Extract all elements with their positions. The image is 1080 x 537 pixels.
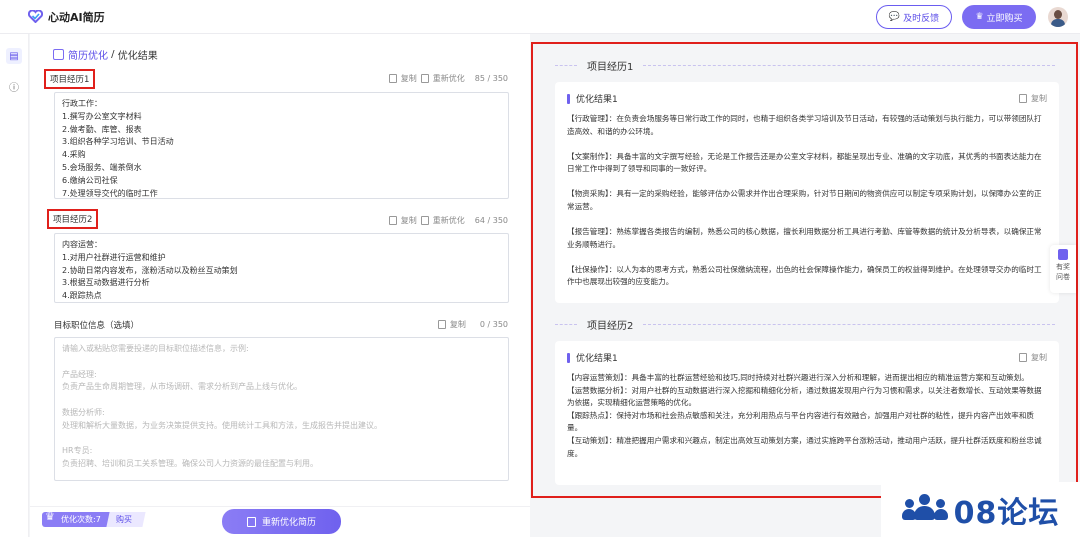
copy-button[interactable]: 复制 bbox=[1019, 352, 1047, 363]
breadcrumb-current: 优化结果 bbox=[117, 51, 158, 62]
text-line: 3.根据互动数据进行分析 bbox=[62, 278, 150, 288]
section-divider: 项目经历1 bbox=[555, 58, 1055, 73]
result-paragraph: 【行政管理】：在负责会场服务等日常行政工作的同时，也精于组织各类学习培训及节日活… bbox=[567, 114, 1042, 136]
char-count: 64 / 350 bbox=[474, 216, 508, 225]
result-paragraph: 【跟踪热点】：保持对市场和社会热点敏感和关注，充分利用热点与平台内容进行有效融合… bbox=[567, 410, 1035, 433]
resume-icon bbox=[246, 516, 256, 527]
text-line: 内容运营： bbox=[62, 240, 102, 249]
reoptimize-resume-button[interactable]: 重新优化简历 bbox=[222, 509, 341, 534]
copy-icon bbox=[1019, 353, 1027, 362]
reoptimize-button[interactable]: 重新优化 bbox=[433, 73, 465, 84]
section-tools: 复制 重新优化 85 / 350 bbox=[385, 73, 508, 84]
left-rail: ▤ ⓘ bbox=[0, 34, 29, 537]
reoptimize-button[interactable]: 重新优化 bbox=[433, 215, 465, 226]
copy-button[interactable]: 复制 bbox=[401, 215, 417, 226]
result-paragraph: 【报告管理】：熟练掌握各类报告的编制，熟悉公司的核心数据，擅长利用数据分析工具进… bbox=[567, 227, 1042, 249]
copy-button[interactable]: 复制 bbox=[401, 73, 417, 84]
top-header: 心动AI简历 💬 及时反馈 ♛ 立即购买 bbox=[0, 0, 1080, 34]
target-job-textarea[interactable]: 请输入或粘贴您需要投递的目标职位描述信息，示例: 产品经理: 负责产品生命周期管… bbox=[54, 337, 509, 481]
text-line: 7.处理领导交代的临时工作 bbox=[62, 188, 158, 198]
resume-icon bbox=[53, 49, 64, 60]
crown-icon: ♛ bbox=[975, 12, 984, 22]
result-paragraph: 【物资采购】：具有一定的采购经验，能够评估办公需求并作出合理采购，针对节日期间的… bbox=[567, 189, 1042, 211]
copy-button[interactable]: 复制 bbox=[450, 319, 466, 330]
watermark-text: 08论坛 bbox=[953, 495, 1060, 531]
editor-panel: 简历优化 / 优化结果 项目经历1 复制 重新优化 85 / 350 行政工作：… bbox=[30, 34, 530, 537]
copy-icon bbox=[437, 320, 446, 329]
info-nav-icon[interactable]: ⓘ bbox=[6, 78, 22, 94]
result-paragraph: 【互动策划】：精准把握用户需求和兴趣点，制定出高效互动策划方案，通过实施跨平台涨… bbox=[567, 435, 1042, 458]
result-paragraph: 【文案制作】：具备丰富的文字撰写经验，无论是工作报告还是办公室文字材料，都能呈现… bbox=[567, 151, 1042, 174]
target-tools: 复制 0 / 350 bbox=[434, 319, 508, 330]
target-job-title: 目标职位信息（选填） bbox=[54, 321, 140, 331]
resume-optimize-nav-icon[interactable]: ▤ bbox=[6, 48, 22, 64]
text-line: 1.对用户社群进行运营和维护 bbox=[62, 252, 166, 262]
breadcrumb-root-link[interactable]: 简历优化 bbox=[68, 47, 108, 62]
section-label: 项目经历1 bbox=[587, 62, 634, 73]
quota-buy-link[interactable]: 购买 bbox=[106, 511, 146, 527]
results-panel[interactable]: 项目经历1 优化结果1 复制 【行政管理】：在负责会场服务等日常行政工作的同时，… bbox=[531, 42, 1078, 498]
breadcrumb: 简历优化 / 优化结果 bbox=[53, 47, 158, 62]
refresh-icon bbox=[420, 216, 429, 225]
section-title: 项目经历2 bbox=[47, 209, 99, 229]
result-card: 优化结果1 复制 【内容运营策划】：具备丰富的社群运营经验和技巧,同时持续对社群… bbox=[555, 341, 1059, 485]
result-paragraph: 【运营数据分析】：对用户社群的互动数据进行深入挖掘和精细化分析，通过数据发现用户… bbox=[567, 385, 1042, 408]
refresh-icon bbox=[420, 74, 429, 83]
quota-widget: 优化次数:7 购买 bbox=[42, 510, 146, 527]
feedback-button[interactable]: 💬 及时反馈 bbox=[876, 5, 952, 29]
survey-icon bbox=[1058, 249, 1068, 260]
text-line: 3.组织各种学习培训、节日活动 bbox=[62, 137, 174, 147]
char-count: 0 / 350 bbox=[479, 320, 508, 329]
survey-float-button[interactable]: 有奖 问卷 bbox=[1050, 245, 1076, 293]
experience-1-textarea[interactable]: 行政工作： 1.撰写办公室文字材料 2.做考勤、库管、报表 3.组织各种学习培训… bbox=[54, 92, 509, 199]
quota-count: 优化次数:7 bbox=[42, 510, 111, 527]
copy-icon bbox=[388, 74, 397, 83]
section-divider: 项目经历2 bbox=[555, 317, 1055, 332]
text-line: 6.缴纳公司社保 bbox=[62, 175, 118, 185]
section-tools: 复制 重新优化 64 / 350 bbox=[385, 215, 508, 226]
buy-now-button[interactable]: ♛ 立即购买 bbox=[962, 5, 1036, 29]
result-card: 优化结果1 复制 【行政管理】：在负责会场服务等日常行政工作的同时，也精于组织各… bbox=[555, 82, 1059, 303]
people-icon bbox=[901, 493, 948, 526]
copy-icon bbox=[388, 216, 397, 225]
result-title: 优化结果1 bbox=[567, 351, 618, 364]
text-line: 4.采购 bbox=[62, 150, 86, 160]
result-title: 优化结果1 bbox=[567, 92, 618, 105]
app-logo[interactable]: 心动AI简历 bbox=[28, 9, 105, 25]
text-line: 2.做考勤、库管、报表 bbox=[62, 124, 142, 134]
chat-icon: 💬 bbox=[888, 12, 901, 22]
char-count: 85 / 350 bbox=[474, 74, 508, 83]
app-name: 心动AI简历 bbox=[48, 10, 105, 24]
text-line: 4.跟踪热点 bbox=[62, 291, 102, 301]
result-paragraph: 【内容运营策划】：具备丰富的社群运营经验和技巧,同时持续对社群兴趣进行深入分析和… bbox=[567, 373, 1029, 382]
copy-button[interactable]: 复制 bbox=[1019, 93, 1047, 104]
watermark: 08论坛 bbox=[881, 482, 1080, 537]
section-title: 项目经历1 bbox=[44, 69, 96, 89]
text-line: 1.撰写办公室文字材料 bbox=[62, 111, 142, 121]
section-label: 项目经历2 bbox=[587, 321, 634, 332]
experience-2-textarea[interactable]: 内容运营： 1.对用户社群进行运营和维护 2.协助日常内容发布，涨粉活动以及粉丝… bbox=[54, 233, 509, 303]
heart-logo-icon bbox=[28, 10, 43, 23]
user-avatar[interactable] bbox=[1048, 7, 1068, 27]
text-line: 5.会场服务、端茶倒水 bbox=[62, 162, 142, 172]
text-line: 行政工作： bbox=[62, 99, 102, 108]
copy-icon bbox=[1019, 94, 1027, 103]
result-paragraph: 【社保操作】：以人为本的思考方式，熟悉公司社保缴纳流程，出色的社会保障操作能力，… bbox=[567, 264, 1042, 287]
text-line: 2.协助日常内容发布，涨粉活动以及粉丝互动策划 bbox=[62, 265, 238, 275]
